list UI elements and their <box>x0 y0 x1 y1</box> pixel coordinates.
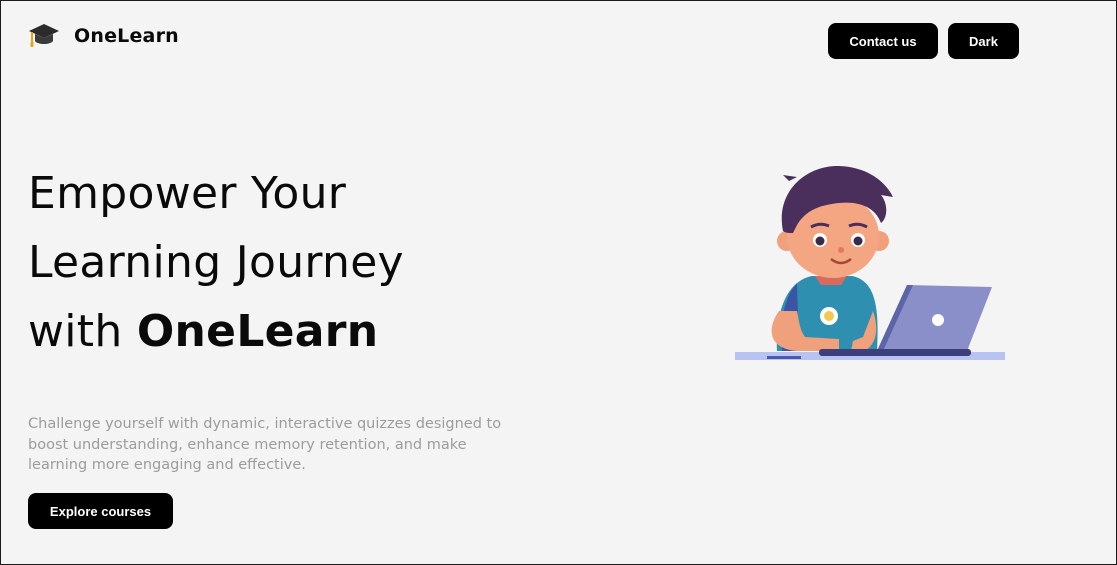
hero-title-line-1: Empower Your <box>28 168 347 219</box>
brand-name: OneLearn <box>74 25 179 47</box>
contact-us-button[interactable]: Contact us <box>828 23 938 59</box>
hero-title-line-2: Learning Journey <box>28 237 404 288</box>
brand[interactable]: OneLearn <box>28 21 179 51</box>
hero-description: Challenge yourself with dynamic, interac… <box>28 416 502 473</box>
hero-title-line-3: with OneLearn <box>28 297 404 366</box>
boy-with-laptop-illustration <box>727 161 1012 366</box>
hero-title: Empower Your Learning Journey with OneLe… <box>28 159 404 366</box>
graduation-cap-icon <box>28 21 60 51</box>
explore-courses-button[interactable]: Explore courses <box>28 493 173 529</box>
site-header: OneLearn Contact us Dark <box>1 1 1116 81</box>
hero-title-prefix: with <box>28 306 137 357</box>
dark-mode-toggle-button[interactable]: Dark <box>948 23 1019 59</box>
hero-title-brand: OneLearn <box>136 306 379 357</box>
